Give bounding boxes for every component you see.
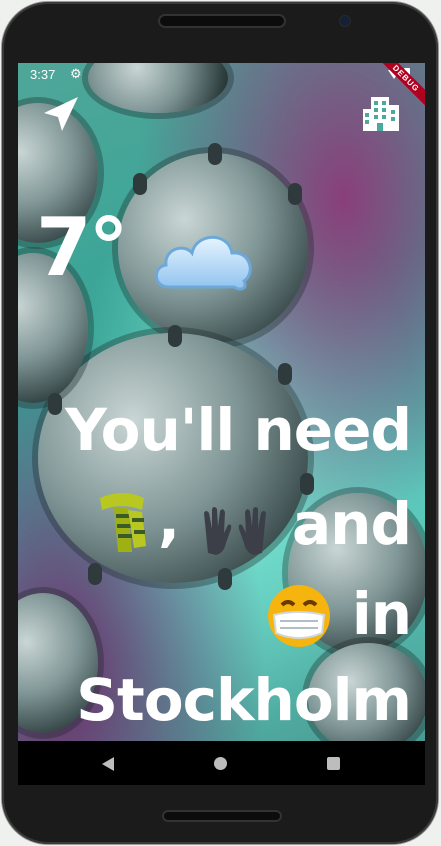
bottom-speaker (162, 810, 282, 822)
navigation-arrow-icon[interactable] (40, 95, 80, 135)
message-line-3-in: in (351, 580, 412, 648)
status-time: 3:37 (30, 67, 56, 82)
face-with-medical-mask-emoji (266, 583, 332, 649)
city-buildings-icon[interactable] (361, 93, 401, 133)
recent-apps-icon[interactable] (327, 757, 340, 770)
cloud-emoji (148, 221, 258, 301)
home-icon[interactable] (214, 757, 227, 770)
status-bar: 3:37 ⚙ (18, 63, 425, 87)
system-navigation-bar (18, 741, 425, 785)
message-separator: , (158, 486, 180, 554)
gloves-emoji (200, 503, 270, 559)
app-screen: 3:37 ⚙ DEBUG 7° You'll need , and in Sto… (18, 63, 425, 741)
front-camera (340, 16, 350, 26)
message-line-1: You'll need (64, 396, 412, 464)
scarf-emoji (92, 488, 152, 554)
temperature-value: 7° (36, 201, 129, 294)
settings-gear-icon: ⚙ (70, 66, 82, 81)
message-line-2-and: and (292, 490, 412, 558)
back-icon[interactable] (102, 757, 114, 771)
city-name: Stockholm (76, 666, 412, 734)
top-speaker (158, 14, 286, 28)
